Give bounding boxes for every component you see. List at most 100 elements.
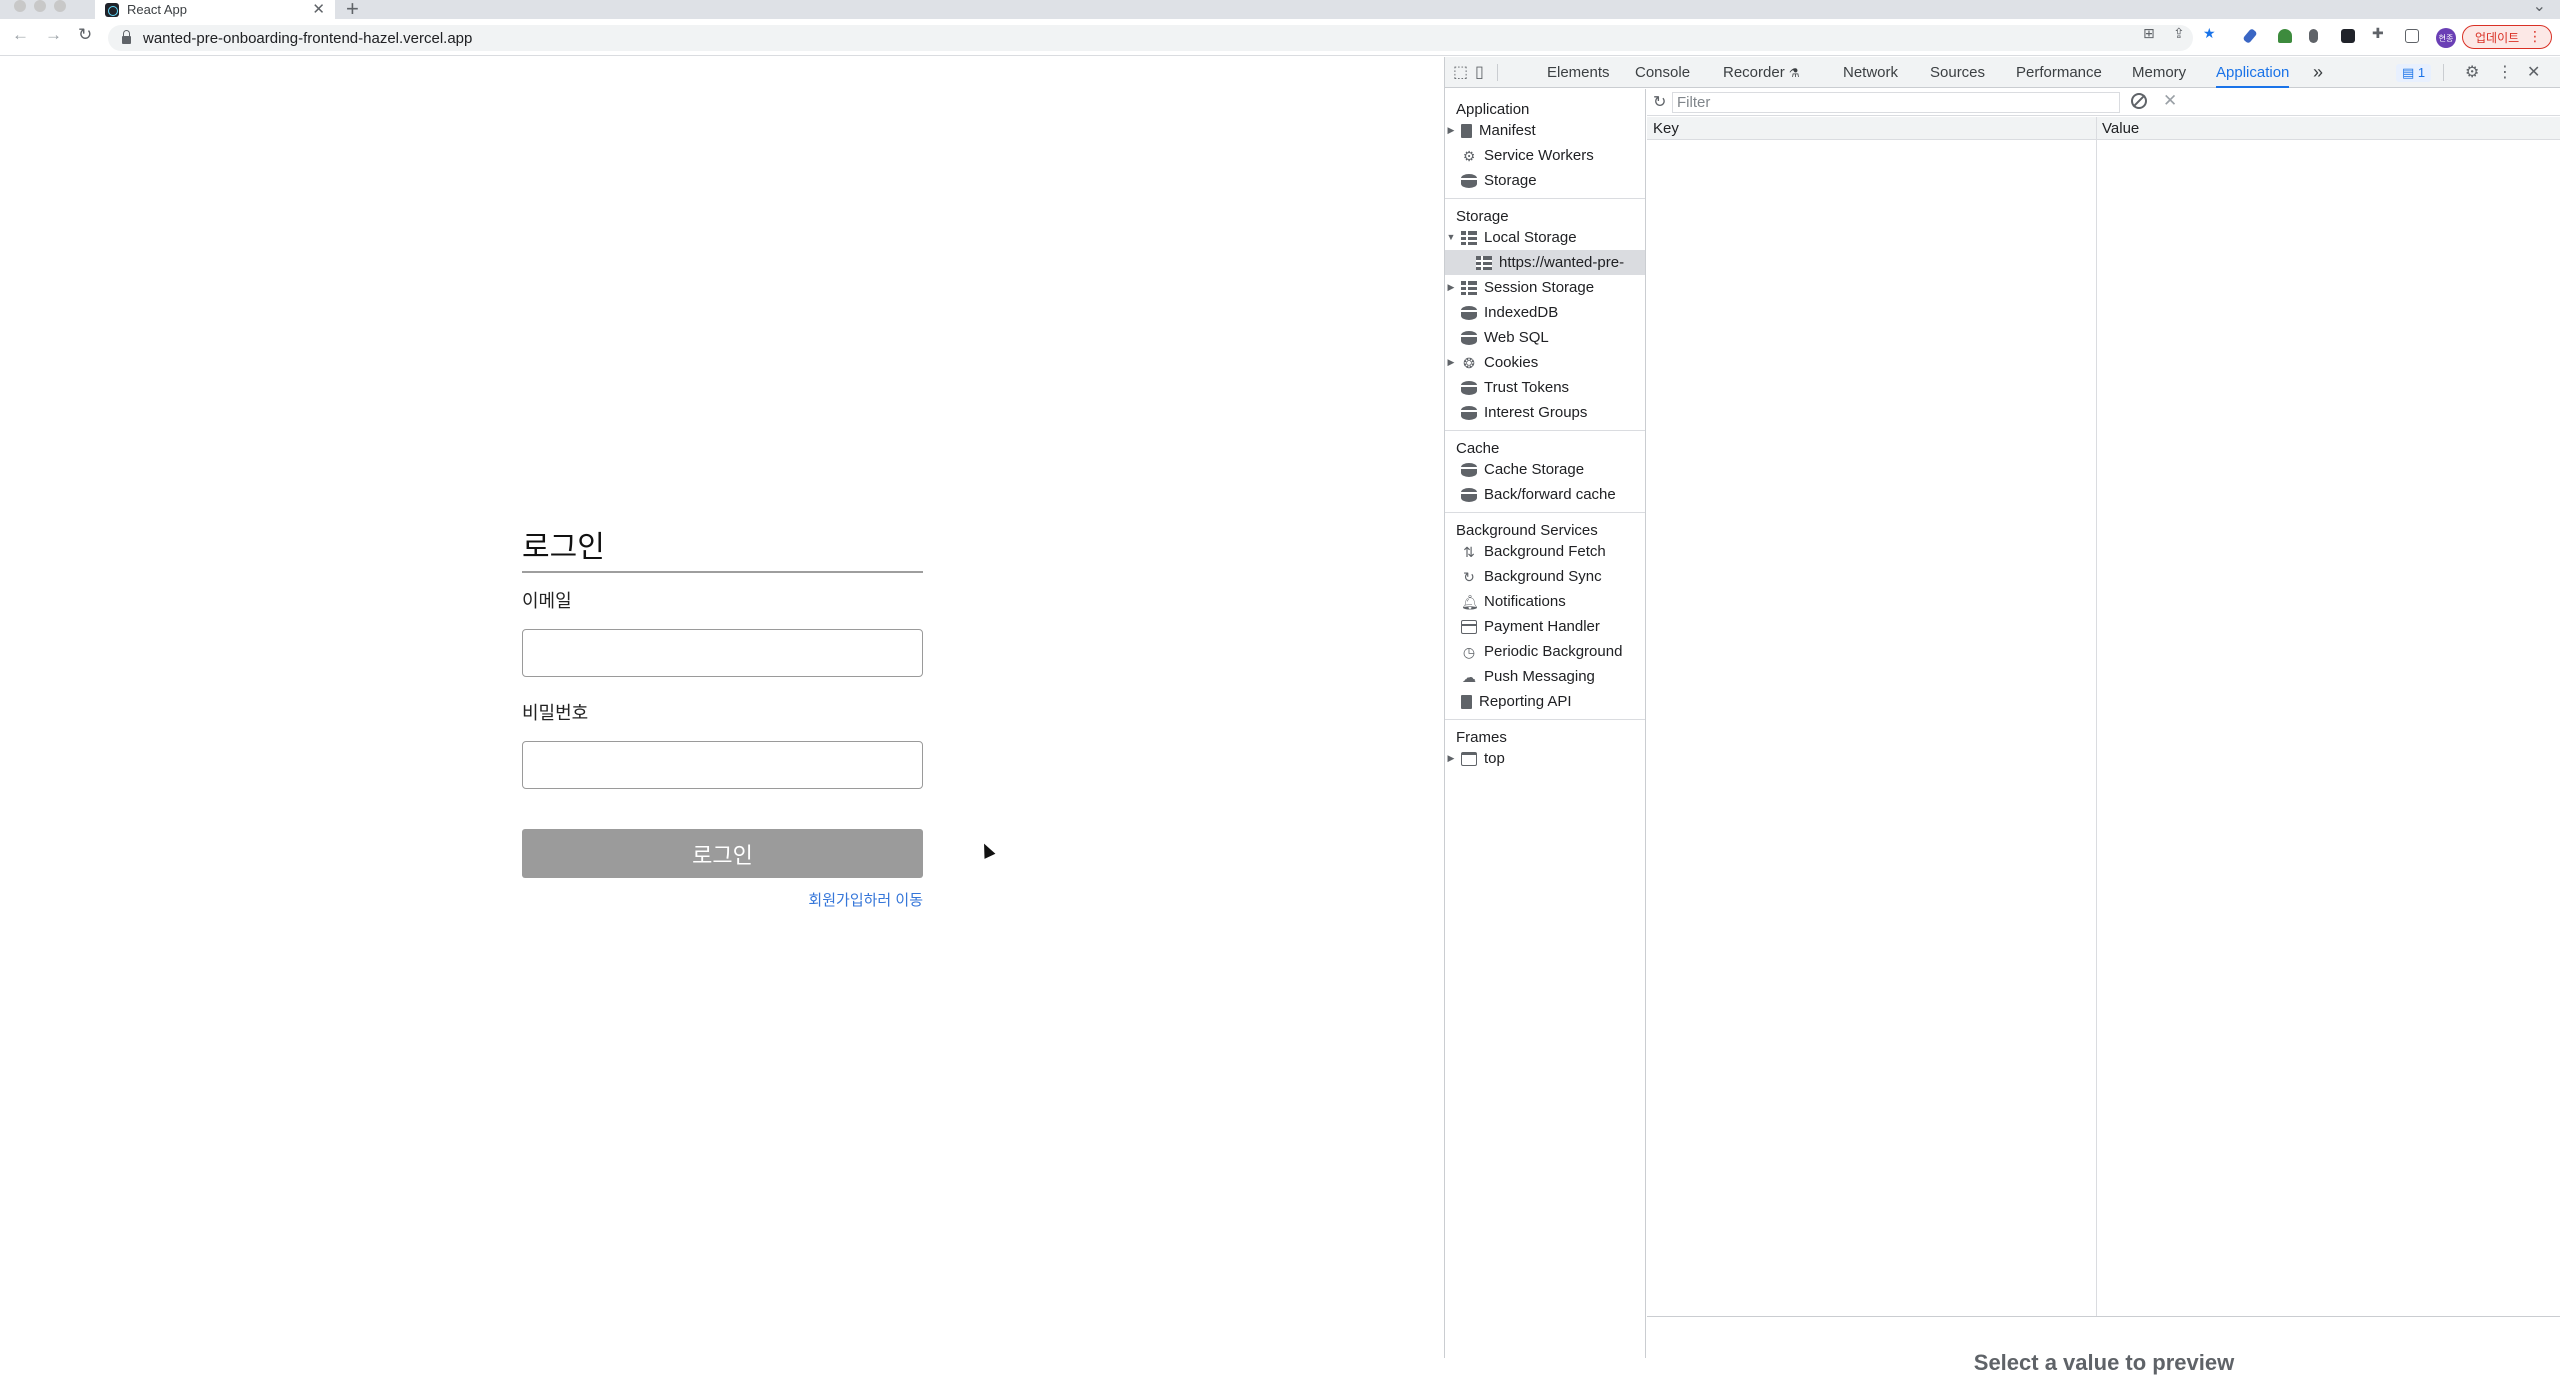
sidebar-item-label: Session Storage [1484, 279, 1595, 296]
browser-tab[interactable]: React App ✕ [95, 0, 335, 19]
expand-arrow-icon[interactable]: ▼ [1445, 225, 1457, 250]
expand-arrow-icon[interactable]: ▶ [1445, 275, 1457, 300]
tab-sources[interactable]: Sources [1930, 57, 1985, 88]
tab-search-icon[interactable]: ⌄ [2533, 0, 2546, 16]
column-header-value[interactable]: Value [2102, 120, 2139, 137]
clear-all-icon[interactable] [2131, 93, 2147, 109]
tab-performance[interactable]: Performance [2016, 57, 2102, 88]
sidebar-item-local-storage-origin[interactable]: https://wanted-pre- [1445, 250, 1645, 275]
tab-recorder[interactable]: Recorder ⚗ [1723, 57, 1800, 88]
sidebar-item-cache-storage[interactable]: Cache Storage [1445, 457, 1645, 482]
key-value-table[interactable]: Key Value Select a value to preview [1647, 117, 2560, 1375]
customize-menu-icon[interactable]: ⋮ [2497, 62, 2513, 82]
sidebar-item-frame-top[interactable]: ▶ top [1445, 746, 1645, 771]
back-button[interactable]: ← [12, 25, 29, 45]
preview-splitter[interactable] [1647, 1316, 2560, 1317]
extension-icon[interactable] [2278, 29, 2292, 43]
bookmark-star-icon[interactable]: ★ [2203, 25, 2216, 42]
close-window-button[interactable] [14, 0, 26, 12]
forward-button[interactable]: → [45, 25, 62, 45]
devtools-toolbar: ⬚ ▯ Elements Console Recorder ⚗ Network … [1445, 57, 2560, 88]
delete-selected-icon[interactable]: ✕ [2163, 91, 2177, 111]
inspect-element-icon[interactable]: ⬚ [1453, 62, 1468, 82]
sidebar-item-service-workers[interactable]: ⚙ Service Workers [1445, 143, 1645, 168]
sidebar-item-periodic-background-sync[interactable]: ◷ Periodic Background [1445, 639, 1645, 664]
sidebar-item-label: IndexedDB [1484, 304, 1559, 321]
sidebar-item-interest-groups[interactable]: Interest Groups [1445, 400, 1645, 425]
translate-icon[interactable]: ⊞ [2143, 25, 2155, 42]
sidebar-item-label: Trust Tokens [1484, 379, 1570, 396]
browser-menu-icon[interactable]: ⋮ [2528, 28, 2542, 45]
react-favicon-icon [105, 2, 119, 17]
password-field[interactable] [522, 741, 923, 789]
database-icon [1461, 173, 1477, 188]
tab-elements[interactable]: Elements [1547, 57, 1610, 88]
sidebar-item-reporting-api[interactable]: Reporting API [1445, 689, 1645, 714]
sidebar-item-label: Local Storage [1484, 229, 1577, 246]
sidebar-item-push-messaging[interactable]: ☁ Push Messaging [1445, 664, 1645, 689]
section-application: Application [1456, 101, 1530, 118]
column-header-key[interactable]: Key [1653, 120, 1679, 137]
tab-network[interactable]: Network [1843, 57, 1898, 88]
filter-input[interactable] [1672, 92, 2120, 113]
database-icon [1461, 305, 1477, 320]
email-field[interactable] [522, 629, 923, 677]
sidebar-item-cookies[interactable]: ▶ ❂ Cookies [1445, 350, 1645, 375]
more-tabs-icon[interactable]: » [2313, 57, 2323, 88]
sidebar-item-local-storage[interactable]: ▼ Local Storage [1445, 225, 1645, 250]
tab-close-icon[interactable]: ✕ [312, 0, 325, 18]
login-button[interactable]: 로그인 [522, 829, 923, 878]
signup-link[interactable]: 회원가입하러 이동 [522, 889, 923, 910]
section-storage: Storage [1456, 208, 1509, 225]
sidebar-item-background-sync[interactable]: ↻ Background Sync [1445, 564, 1645, 589]
share-icon[interactable]: ⇪ [2173, 25, 2185, 42]
issues-badge[interactable]: ▤ 1 [2396, 64, 2432, 82]
gear-icon: ⚙ [1462, 147, 1476, 164]
device-toolbar-icon[interactable]: ▯ [1475, 62, 1484, 82]
tab-memory[interactable]: Memory [2132, 57, 2186, 88]
profile-initials: 현종 [2438, 33, 2454, 43]
update-button[interactable]: 업데이트 ⋮ [2462, 25, 2552, 49]
minimize-window-button[interactable] [34, 0, 46, 12]
react-devtools-extension-icon[interactable] [2341, 29, 2355, 43]
sidebar-item-indexeddb[interactable]: IndexedDB [1445, 300, 1645, 325]
sidebar-item-web-sql[interactable]: Web SQL [1445, 325, 1645, 350]
expand-arrow-icon[interactable]: ▶ [1445, 350, 1457, 375]
tab-application[interactable]: Application [2216, 57, 2290, 88]
storage-view: ↻ ✕ Key Value Select a value to preview [1647, 89, 2560, 1375]
login-form: 로그인 이메일 비밀번호 로그인 회원가입하러 이동 [522, 523, 923, 910]
close-devtools-icon[interactable]: ✕ [2527, 62, 2540, 82]
address-bar[interactable]: wanted-pre-onboarding-frontend-hazel.ver… [108, 25, 2193, 51]
profile-avatar[interactable]: 현종 [2436, 28, 2456, 48]
sidebar-item-background-fetch[interactable]: ⇅ Background Fetch [1445, 539, 1645, 564]
toolbar-divider [2443, 64, 2444, 81]
section-divider [1445, 198, 1645, 199]
section-divider [1445, 719, 1645, 720]
zoom-window-button[interactable] [54, 0, 66, 12]
table-grid-icon [1461, 280, 1477, 295]
reload-button[interactable]: ↻ [78, 25, 92, 45]
sidebar-item-storage-overview[interactable]: Storage [1445, 168, 1645, 193]
expand-arrow-icon[interactable]: ▶ [1445, 118, 1457, 143]
sidebar-item-back-forward-cache[interactable]: Back/forward cache [1445, 482, 1645, 507]
settings-gear-icon[interactable]: ⚙ [2465, 62, 2479, 82]
extensions-puzzle-icon[interactable]: ✚ [2372, 25, 2384, 42]
sidebar-item-session-storage[interactable]: ▶ Session Storage [1445, 275, 1645, 300]
sidebar-item-payment-handler[interactable]: Payment Handler [1445, 614, 1645, 639]
sidebar-item-trust-tokens[interactable]: Trust Tokens [1445, 375, 1645, 400]
sidebar-item-label: Service Workers [1484, 147, 1594, 164]
expand-arrow-icon[interactable]: ▶ [1445, 746, 1457, 771]
column-divider[interactable] [2096, 117, 2097, 1316]
sidebar-item-notifications[interactable]: 🔔︎ Notifications [1445, 589, 1645, 614]
document-icon [1461, 694, 1472, 709]
side-panel-icon[interactable] [2405, 29, 2419, 43]
credit-card-icon [1461, 619, 1477, 634]
sidebar-item-label: Background Sync [1484, 568, 1602, 585]
eyedropper-extension-icon[interactable] [2242, 28, 2258, 44]
tab-console[interactable]: Console [1635, 57, 1690, 88]
sidebar-item-manifest[interactable]: ▶ Manifest [1445, 118, 1645, 143]
database-icon [1461, 405, 1477, 420]
microphone-extension-icon[interactable] [2309, 29, 2318, 43]
refresh-icon[interactable]: ↻ [1653, 92, 1666, 112]
sidebar-item-label: Payment Handler [1484, 618, 1600, 635]
